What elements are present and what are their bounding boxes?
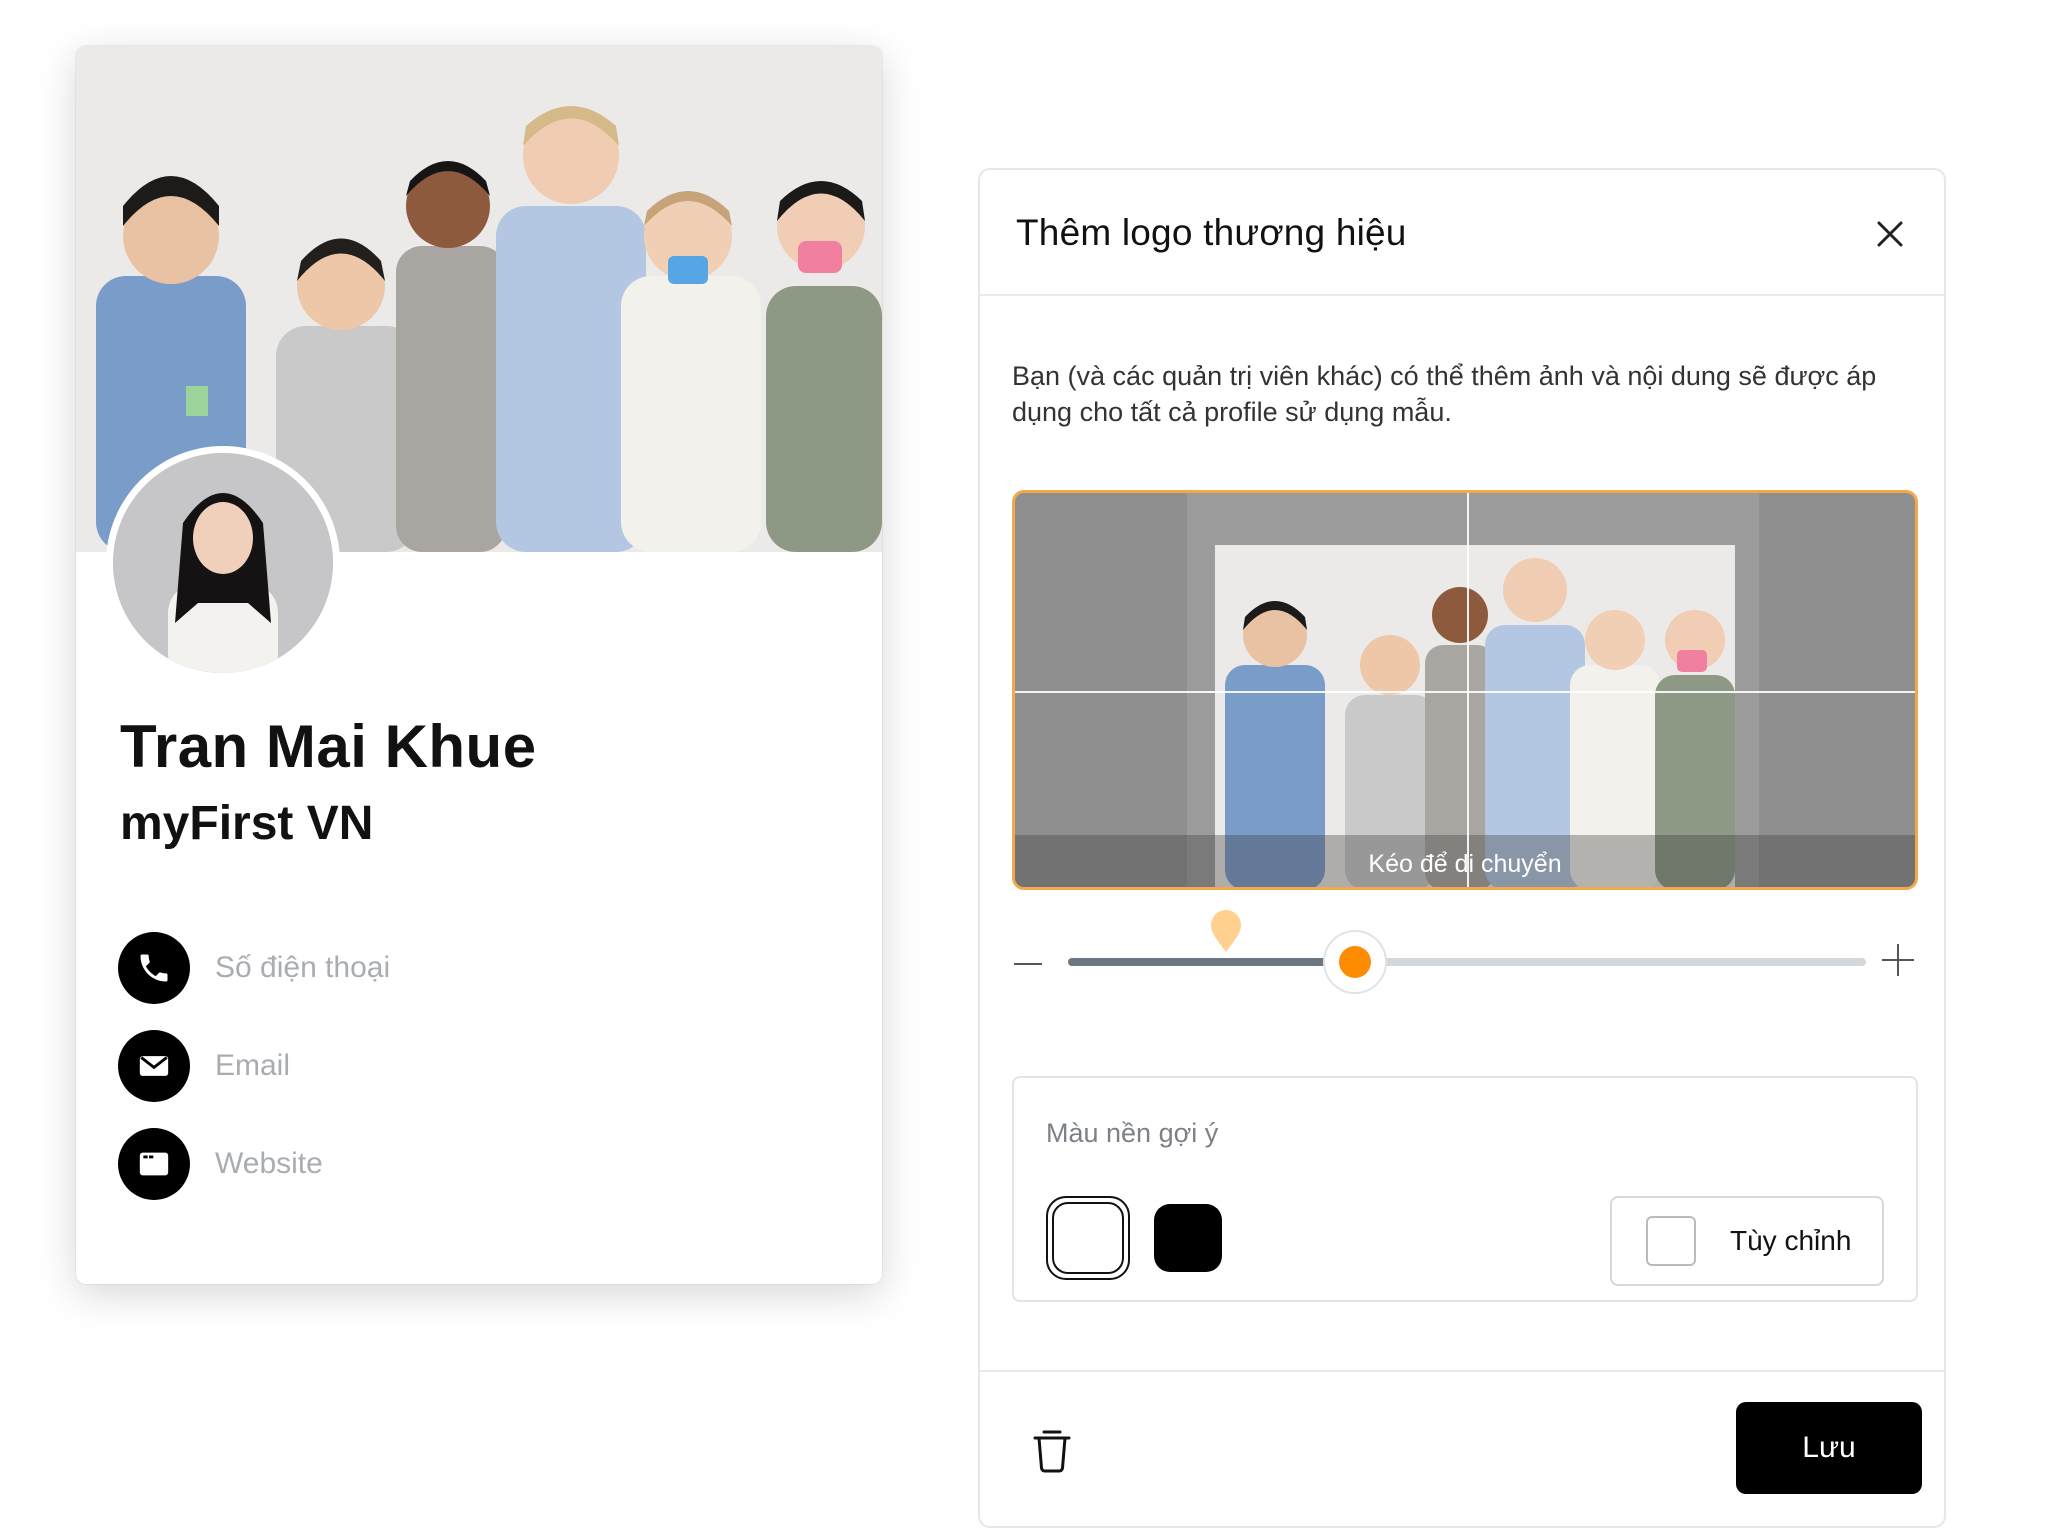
contact-label-website: Website bbox=[215, 1147, 323, 1180]
dialog-description: Bạn (và các quản trị viên khác) có thể t… bbox=[1012, 361, 1877, 427]
zoom-out-icon[interactable] bbox=[1012, 948, 1044, 980]
contact-label-phone: Số điện thoại bbox=[215, 951, 391, 984]
slider-marker-icon bbox=[1211, 910, 1241, 952]
save-button[interactable]: Lưu bbox=[1736, 1402, 1922, 1494]
dialog-header: Thêm logo thương hiệu bbox=[980, 170, 1944, 296]
dialog-title: Thêm logo thương hiệu bbox=[1016, 212, 1407, 253]
suggested-colors-label: Màu nền gợi ý bbox=[1046, 1118, 1219, 1148]
contact-row-email[interactable]: Email bbox=[118, 1030, 290, 1102]
add-brand-logo-dialog: Thêm logo thương hiệu Bạn (và các quản t… bbox=[978, 168, 1946, 1528]
zoom-slider-thumb[interactable] bbox=[1323, 930, 1388, 994]
trash-icon[interactable] bbox=[1032, 1426, 1072, 1474]
avatar[interactable] bbox=[106, 446, 340, 680]
swatch-black[interactable] bbox=[1154, 1204, 1222, 1272]
zoom-slider[interactable] bbox=[1068, 910, 1866, 994]
contact-label-email: Email bbox=[215, 1049, 291, 1082]
swatch-white[interactable] bbox=[1046, 1196, 1130, 1280]
contact-row-phone[interactable]: Số điện thoại bbox=[118, 932, 390, 1004]
profile-name: Tran Mai Khue bbox=[120, 713, 537, 780]
custom-color-button[interactable]: Tùy chỉnh bbox=[1610, 1196, 1884, 1286]
profile-company: myFirst VN bbox=[120, 797, 374, 850]
image-cropper[interactable]: Kéo để di chuyển bbox=[1012, 490, 1918, 890]
email-icon bbox=[118, 1030, 190, 1102]
zoom-slider-fill bbox=[1068, 958, 1356, 966]
drag-hint: Kéo để di chuyển bbox=[1368, 850, 1562, 878]
contact-row-website[interactable]: Website bbox=[118, 1128, 323, 1200]
close-icon[interactable] bbox=[1872, 216, 1908, 252]
zoom-in-icon[interactable] bbox=[1880, 942, 1916, 978]
custom-color-label: Tùy chỉnh bbox=[1730, 1225, 1852, 1256]
custom-color-preview bbox=[1646, 1216, 1696, 1266]
website-icon bbox=[118, 1128, 190, 1200]
suggested-colors-panel: Màu nền gợi ý Tùy chỉnh bbox=[1012, 1076, 1918, 1302]
phone-icon bbox=[118, 932, 190, 1004]
profile-card: Tran Mai Khue myFirst VN Số điện thoại E… bbox=[76, 46, 882, 1284]
